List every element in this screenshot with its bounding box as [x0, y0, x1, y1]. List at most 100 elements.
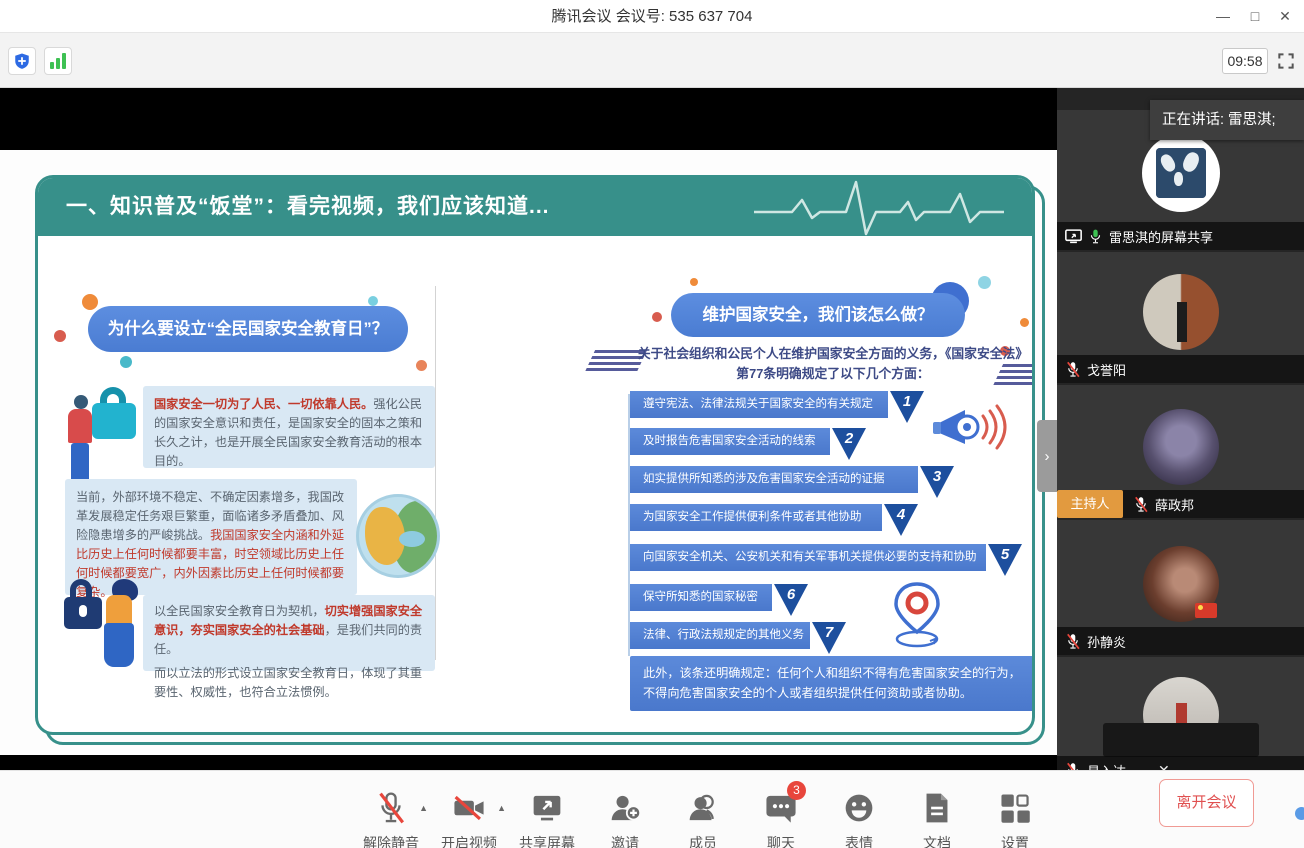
slide-title: 一、知识普及“饭堂”：看完视频，我们应该知道...	[66, 178, 550, 236]
duty-number: 3	[920, 466, 954, 498]
chat-unread-badge: 3	[787, 781, 806, 800]
network-quality-button[interactable]	[44, 47, 72, 75]
body-text: 而以立法的形式设立国家安全教育日，体现了其重要性、权威性，也符合立法惯例。	[154, 666, 422, 699]
emoji-icon	[842, 791, 876, 825]
toolbar-label: 解除静音	[363, 833, 419, 848]
duty-item-6: 保守所知悉的国家秘密 6	[630, 584, 808, 611]
decor-dot	[978, 276, 991, 289]
toolbar-label: 文档	[923, 833, 951, 848]
fullscreen-corners-icon	[1276, 51, 1296, 71]
minimize-button[interactable]: —	[1206, 0, 1240, 33]
chevron-up-icon[interactable]: ▲	[419, 803, 428, 813]
participant-name: 薛政邦	[1155, 495, 1194, 514]
mic-muted-icon	[1065, 762, 1081, 771]
participant-tile[interactable]: 戈誉阳	[1057, 252, 1304, 383]
participant-tile[interactable]: 孙静炎	[1057, 520, 1304, 655]
participant-name-bar: 孙静炎	[1057, 627, 1304, 655]
duty-item-3: 如实提供所知悉的涉及危害国家安全活动的证据 3	[630, 466, 954, 493]
duty-text: 及时报告危害国家安全活动的线索	[630, 428, 830, 455]
duty-text: 保守所知悉的国家秘密	[630, 584, 772, 611]
avatar	[1142, 134, 1220, 212]
docs-button[interactable]: 文档	[898, 771, 976, 848]
participant-name-bar: 戈誉阳	[1057, 355, 1304, 383]
layout-settings-button[interactable]: 设置	[976, 771, 1054, 848]
duty-number: 1	[890, 391, 924, 423]
window-title: 腾讯会议 会议号: 535 637 704	[0, 0, 1304, 33]
start-video-button[interactable]: 开启视频 ▲	[430, 771, 508, 848]
decor-dot	[120, 356, 132, 368]
duty-text: 遵守宪法、法律法规关于国家安全的有关规定	[630, 391, 888, 418]
toolbar-label: 共享屏幕	[519, 833, 575, 848]
body-text: 以全民国家安全教育日为契机，	[154, 604, 325, 618]
decor-dot	[54, 330, 66, 342]
duty-item-4: 为国家安全工作提供便利条件或者其他协助 4	[630, 504, 918, 531]
close-button[interactable]: ✕	[1268, 0, 1302, 33]
decor-dot	[368, 296, 378, 306]
unmute-button[interactable]: 解除静音 ▲	[352, 771, 430, 848]
participants-sidebar: 雷思淇的屏幕共享 戈誉阳	[1057, 88, 1304, 770]
participant-name-bar: 雷思淇的屏幕共享	[1057, 222, 1304, 250]
slide-header-band: 一、知识普及“饭堂”：看完视频，我们应该知道...	[38, 178, 1032, 236]
toolbar-label: 成员	[689, 833, 717, 848]
duty-number: 5	[988, 544, 1022, 576]
right-section-title: 维护国家安全，我们该怎么做？	[671, 293, 965, 337]
fullscreen-button[interactable]	[1276, 51, 1296, 71]
share-screen-icon	[530, 791, 564, 825]
duty-text: 为国家安全工作提供便利条件或者其他协助	[630, 504, 882, 531]
decor-dot	[652, 312, 662, 322]
chat-button[interactable]: 聊天 3	[742, 771, 820, 848]
decor-dot	[416, 360, 427, 371]
left-text-block-3: 以全民国家安全教育日为契机，切实增强国家安全意识，夯实国家安全的社会基础，是我们…	[143, 595, 435, 671]
share-screen-button[interactable]: 共享屏幕	[508, 771, 586, 848]
invite-button[interactable]: 邀请	[586, 771, 664, 848]
left-text-block-1: 国家安全一切为了人民、一切依靠人民。强化公民的国家安全意识和责任，是国家安全的固…	[143, 386, 435, 468]
highlight-text: 国家安全一切为了人民、一切依靠人民。	[154, 397, 373, 411]
lock-and-person-illustration	[60, 573, 145, 713]
heartbeat-line-icon	[754, 175, 1004, 244]
duty-number: 4	[884, 504, 918, 536]
toolbar-label: 聊天	[767, 833, 795, 848]
mic-muted-icon	[375, 791, 407, 825]
mic-muted-icon	[1133, 496, 1149, 513]
toolbar-label: 设置	[1001, 833, 1029, 848]
toolbar-label: 开启视频	[441, 833, 497, 848]
flag-badge	[1195, 603, 1217, 618]
close-icon[interactable]: ✕	[1158, 762, 1170, 771]
emoji-button[interactable]: 表情	[820, 771, 898, 848]
chevron-right-icon: ›	[1045, 448, 1050, 465]
participant-name: 易入达	[1087, 761, 1126, 771]
duty-text: 如实提供所知悉的涉及危害国家安全活动的证据	[630, 466, 918, 493]
maximize-button[interactable]: □	[1238, 0, 1272, 33]
globe-illustration	[356, 494, 440, 578]
tencent-meeting-window: 腾讯会议 会议号: 535 637 704 — □ ✕ 09:58 一、知识普及…	[0, 0, 1304, 848]
participant-name-bar: 易入达 ✕	[1057, 756, 1304, 770]
avatar	[1143, 409, 1219, 485]
toolbar-items: 解除静音 ▲ 开启视频 ▲ 共享屏幕	[352, 771, 1054, 848]
layout-grid-icon	[999, 791, 1031, 825]
members-icon	[686, 791, 720, 825]
duty-number: 6	[774, 584, 808, 616]
toolbar-label: 表情	[845, 833, 873, 848]
sidebar-collapse-handle[interactable]: ›	[1037, 420, 1057, 492]
participant-name: 孙静炎	[1087, 632, 1126, 651]
chevron-up-icon[interactable]: ▲	[497, 803, 506, 813]
security-shield-button[interactable]	[8, 47, 36, 75]
floating-cursor-dot	[1295, 807, 1304, 820]
shared-screen-area: 一、知识普及“饭堂”：看完视频，我们应该知道... 为什么要设立“全民国家安全教…	[0, 88, 1057, 770]
avatar	[1143, 546, 1219, 622]
screen-share-icon	[1065, 229, 1082, 244]
docs-icon	[922, 791, 952, 825]
person-with-lock-illustration	[66, 383, 141, 491]
duty-number: 2	[832, 428, 866, 460]
members-button[interactable]: 成员	[664, 771, 742, 848]
duty-item-7: 法律、行政法规规定的其他义务 7	[630, 622, 846, 649]
decor-dot	[82, 294, 98, 310]
meeting-toolbar: 解除静音 ▲ 开启视频 ▲ 共享屏幕	[0, 770, 1304, 848]
meeting-timer: 09:58	[1222, 48, 1268, 74]
leave-meeting-button[interactable]: 离开会议	[1159, 779, 1254, 827]
participant-tile-host[interactable]: 薛政邦 主持人	[1057, 385, 1304, 518]
participant-tile-clipped[interactable]: 易入达 ✕	[1057, 657, 1304, 770]
decor-dot	[690, 278, 698, 286]
mic-muted-icon	[1065, 361, 1081, 378]
speaking-banner: 正在讲话: 雷思淇;	[1150, 100, 1304, 140]
